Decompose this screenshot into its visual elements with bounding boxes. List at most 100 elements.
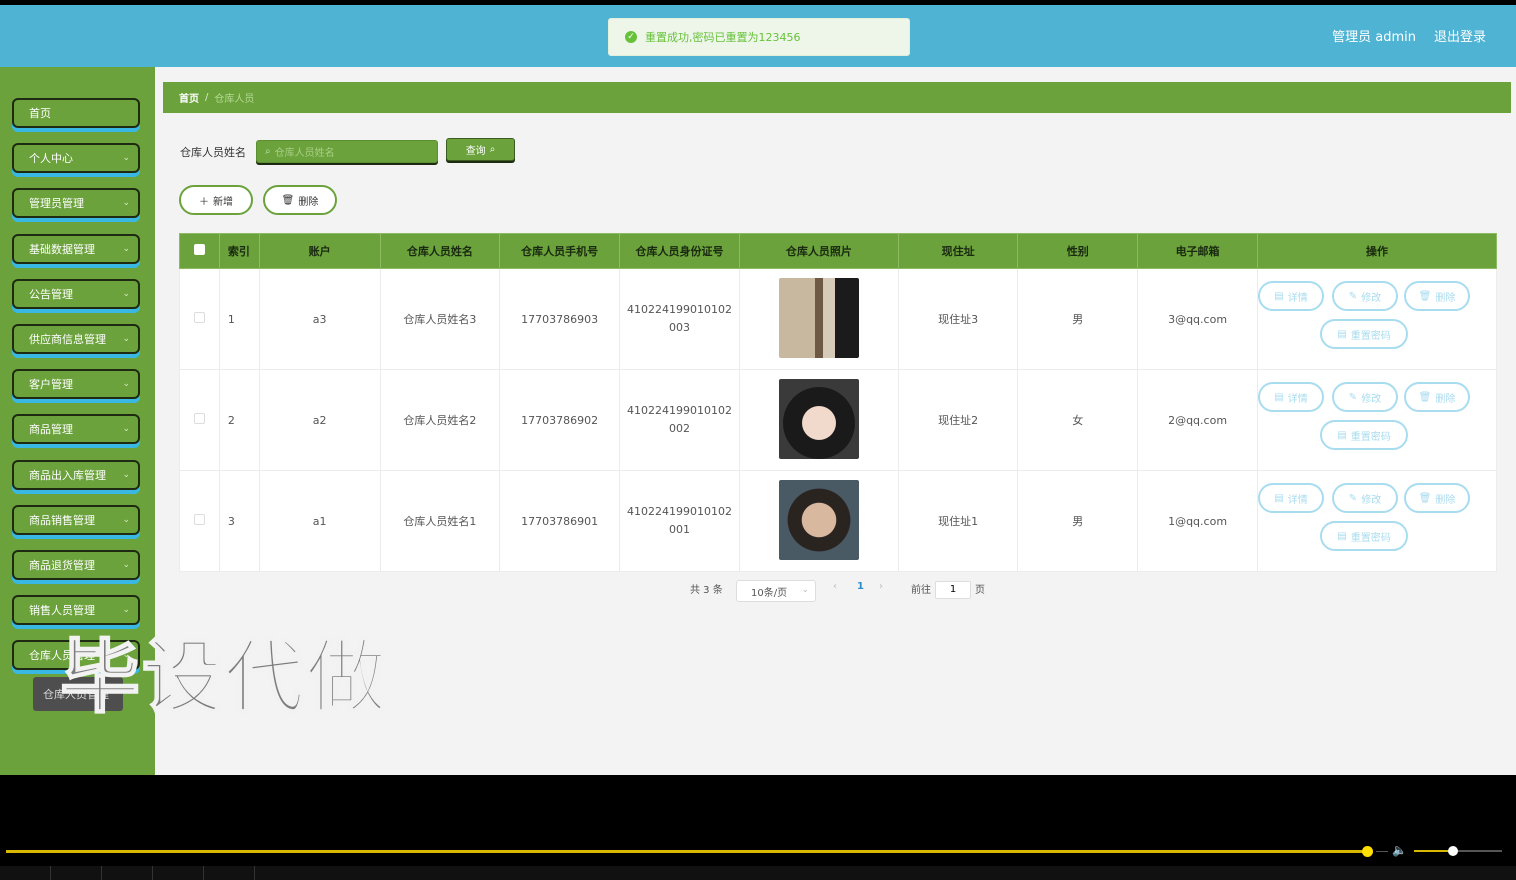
pagination-total: 共 3 条 [690, 585, 723, 596]
id-number-line: 410224199010102 [627, 303, 733, 316]
sidebar-item-label: 商品销售管理 [29, 513, 95, 527]
prev-page-icon[interactable]: ‹ [833, 581, 837, 592]
sidebar-item-label: 管理员管理 [29, 197, 84, 211]
row-select-cell [179, 369, 220, 471]
page-number[interactable]: 1 [857, 581, 864, 592]
cell-id-number: 410224199010102 001 [619, 470, 741, 572]
reset-password-button[interactable]: ▤ 重置密码 [1320, 521, 1408, 551]
action-label: 修改 [1361, 393, 1382, 405]
sidebar-item[interactable]: 销售人员管理 ⌄ [12, 595, 140, 626]
page-size-select[interactable]: 10条/页 ⌄ [736, 580, 816, 602]
video-progress-handle[interactable] [1362, 846, 1373, 857]
row-checkbox[interactable] [193, 413, 205, 424]
reset-password-button[interactable]: ▤ 重置密码 [1320, 319, 1408, 349]
breadcrumb-home[interactable]: 首页 [179, 90, 199, 105]
admin-user-label[interactable]: 管理员 admin [1332, 26, 1416, 45]
row-checkbox[interactable] [193, 312, 205, 323]
sidebar-item[interactable]: 管理员管理 ⌄ [12, 188, 140, 219]
column-header[interactable]: 仓库人员手机号 [499, 233, 621, 269]
watermark-text: 毕设代做 [59, 631, 388, 724]
detail-button[interactable]: ▤ 详情 [1258, 382, 1324, 412]
edit-button[interactable]: ✎ 修改 [1332, 281, 1398, 311]
search-button[interactable]: 查询 ⌕ [446, 138, 515, 161]
sidebar-item[interactable]: 客户管理 ⌄ [12, 369, 140, 400]
chevron-down-icon: ⌄ [122, 198, 130, 209]
sidebar-item[interactable]: 供应商信息管理 ⌄ [12, 324, 140, 354]
sidebar-item[interactable]: 商品管理 ⌄ [12, 414, 140, 445]
trash-icon: 🗑 [1418, 391, 1432, 403]
column-header: 操作 [1257, 233, 1497, 269]
edit-button[interactable]: ✎ 修改 [1332, 382, 1398, 412]
column-header[interactable]: 仓库人员姓名 [379, 233, 501, 269]
logout-link[interactable]: 退出登录 [1434, 26, 1486, 45]
document-icon: ▤ [1274, 391, 1284, 403]
action-label: 详情 [1287, 494, 1308, 506]
cell-email: 2@qq.com [1137, 369, 1258, 471]
table-header-row: 索引 账户 仓库人员姓名 仓库人员手机号 仓库人员身份证号 仓库人员照片 现住址… [179, 233, 1497, 269]
sidebar-item[interactable]: 首页 [12, 98, 140, 128]
breadcrumb-current: 仓库人员 [214, 94, 255, 105]
delete-button[interactable]: 🗑 删除 [1404, 483, 1470, 513]
sidebar-item-label: 基础数据管理 [29, 242, 95, 256]
action-label: 详情 [1287, 393, 1308, 405]
cell-account: a1 [258, 470, 381, 572]
action-label: 修改 [1361, 494, 1382, 506]
table-row: 3 a1 仓库人员姓名1 17703786901 410224199010102 001 现… [179, 470, 1497, 572]
batch-delete-button[interactable]: 🗑 删除 [263, 185, 337, 215]
row-checkbox[interactable] [193, 514, 205, 525]
search-icon: ⌕ [265, 146, 271, 157]
sidebar-item-label: 公告管理 [29, 287, 73, 301]
next-page-icon[interactable]: › [879, 581, 883, 592]
success-toast: ✓ 重置成功,密码已重置为123456 [608, 18, 910, 56]
sidebar-item[interactable]: 商品出入库管理 ⌄ [12, 459, 140, 490]
action-label: 详情 [1287, 292, 1308, 304]
column-header[interactable]: 仓库人员照片 [739, 233, 899, 269]
id-number-line: 001 [669, 523, 691, 536]
video-progress-bar[interactable] [6, 850, 1370, 853]
plus-icon: ＋ [199, 196, 209, 208]
staff-photo[interactable] [778, 378, 859, 459]
volume-handle[interactable] [1448, 846, 1458, 856]
sidebar-item[interactable]: 基础数据管理 ⌄ [12, 233, 140, 264]
staff-photo[interactable] [778, 479, 859, 560]
column-header[interactable]: 性别 [1017, 233, 1139, 269]
column-header[interactable]: 电子邮箱 [1137, 233, 1258, 269]
detail-button[interactable]: ▤ 详情 [1258, 483, 1324, 513]
column-header[interactable]: 仓库人员身份证号 [619, 233, 741, 269]
detail-button[interactable]: ▤ 详情 [1258, 281, 1324, 311]
cell-photo [739, 268, 899, 370]
delete-button[interactable]: 🗑 删除 [1404, 382, 1470, 412]
select-all-checkbox[interactable] [193, 244, 205, 255]
cell-index: 3 [218, 470, 260, 572]
delete-button-label: 删除 [298, 196, 319, 208]
action-label: 删除 [1435, 494, 1456, 506]
goto-page-input[interactable]: 1 [935, 581, 971, 599]
add-button[interactable]: ＋ 新增 [179, 185, 253, 215]
sidebar-item[interactable]: 公告管理 ⌄ [12, 278, 140, 309]
sidebar-item[interactable]: 商品销售管理 ⌄ [12, 504, 140, 535]
chevron-down-icon: ⌄ [122, 288, 130, 299]
breadcrumb-separator: / [205, 92, 209, 103]
header-right: 管理员 admin 退出登录 [1332, 26, 1486, 45]
column-header[interactable]: 账户 [258, 233, 381, 269]
action-label: 重置密码 [1350, 431, 1391, 443]
staff-photo[interactable] [778, 277, 859, 358]
search-button-label: 查询 [465, 146, 486, 157]
sidebar-item[interactable]: 商品退货管理 ⌄ [12, 550, 140, 580]
volume-icon[interactable]: 🔈 [1392, 843, 1407, 857]
breadcrumb: 首页 / 仓库人员 [163, 82, 1511, 113]
reset-password-button[interactable]: ▤ 重置密码 [1320, 420, 1408, 450]
column-header[interactable]: 现住址 [897, 233, 1019, 269]
id-number-line: 410224199010102 [627, 505, 733, 518]
sidebar-item[interactable]: 个人中心 ⌄ [12, 143, 140, 174]
search-input[interactable]: ⌕ 仓库人员姓名 [256, 140, 438, 163]
id-number-line: 002 [669, 422, 691, 435]
id-number-line: 003 [669, 321, 691, 334]
edit-button[interactable]: ✎ 修改 [1332, 483, 1398, 513]
delete-button[interactable]: 🗑 删除 [1404, 281, 1470, 311]
column-header[interactable]: 索引 [218, 233, 260, 269]
sidebar-item-label: 首页 [29, 107, 51, 120]
goto-prefix: 前往 [911, 585, 931, 596]
cell-account: a3 [258, 268, 381, 370]
chevron-down-icon: ⌄ [122, 243, 130, 254]
